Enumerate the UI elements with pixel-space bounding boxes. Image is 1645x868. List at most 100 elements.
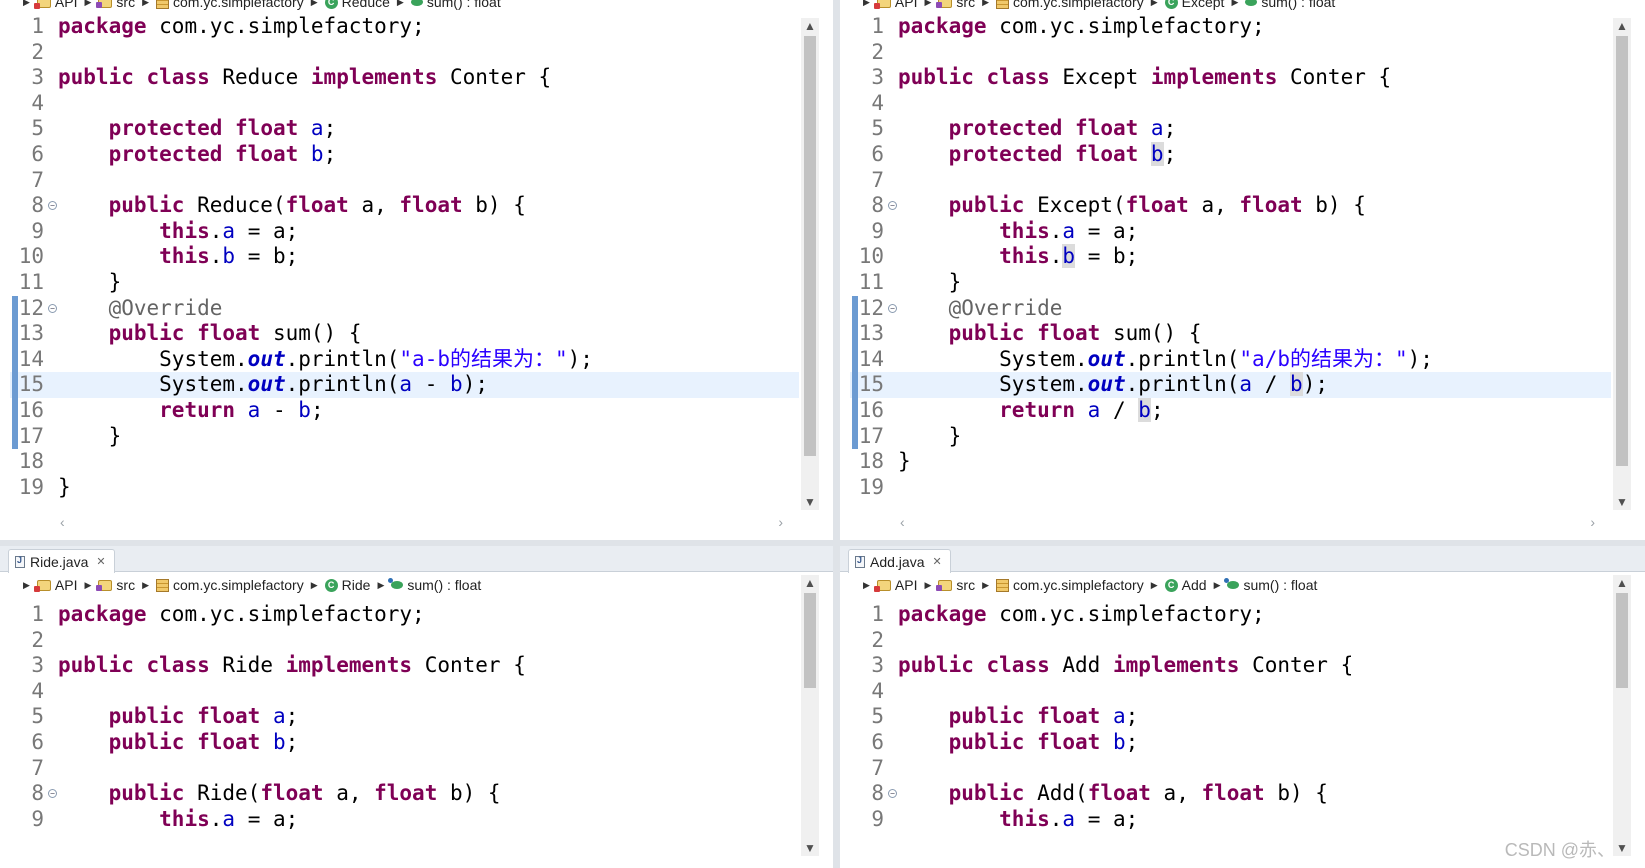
code-line[interactable]: 17 } <box>850 423 1611 450</box>
code-line[interactable]: 9 this.a = a; <box>850 219 1611 245</box>
code-line[interactable]: 1 package com.yc.simplefactory; <box>850 14 1611 40</box>
scroll-down-icon[interactable]: ▼ <box>1613 840 1631 856</box>
code-line[interactable]: 6 public float b; <box>10 730 799 756</box>
breadcrumb-project[interactable]: API <box>873 577 918 593</box>
breadcrumb-project[interactable]: API <box>873 0 918 10</box>
code-line[interactable]: 1 package com.yc.simplefactory; <box>10 602 799 628</box>
code-line[interactable]: 2 <box>850 628 1611 654</box>
breadcrumb-class[interactable]: C Except <box>1164 0 1224 10</box>
horizontal-scrollbar[interactable]: ‹ › <box>60 514 783 530</box>
code-line[interactable]: 14 System.out.println("a-b的结果为："); <box>10 346 799 373</box>
code-editor[interactable]: 1 package com.yc.simplefactory; 2 3 public… <box>10 14 799 510</box>
breadcrumb-class[interactable]: C Reduce <box>324 0 390 10</box>
scroll-right-icon[interactable]: › <box>778 514 783 530</box>
scroll-thumb[interactable] <box>804 593 816 688</box>
fold-toggle-icon[interactable]: − <box>48 303 57 313</box>
code-line[interactable]: 5 protected float a; <box>850 116 1611 142</box>
code-line[interactable]: 3 public class Reduce implements Conter { <box>10 65 799 91</box>
code-line[interactable]: 6 protected float b; <box>10 142 799 168</box>
code-line[interactable]: 5 public float a; <box>850 704 1611 730</box>
code-line[interactable]: 1 package com.yc.simplefactory; <box>850 602 1611 628</box>
code-line[interactable]: 10 this.b = b; <box>850 244 1611 270</box>
code-line[interactable]: 6 protected float b; <box>850 141 1611 168</box>
breadcrumb-class[interactable]: C Add <box>1164 577 1207 593</box>
breadcrumb-method[interactable]: sum() : float <box>1224 577 1317 593</box>
breadcrumb-folder[interactable]: src <box>96 577 135 593</box>
close-icon[interactable]: ✕ <box>932 555 941 568</box>
code-line[interactable]: 17 } <box>10 423 799 450</box>
code-line[interactable]: 2 <box>10 40 799 66</box>
code-line[interactable]: 7 <box>850 756 1611 782</box>
scroll-right-icon[interactable]: › <box>1590 514 1595 530</box>
code-line[interactable]: 12− @Override <box>850 295 1611 322</box>
current-code-line[interactable]: 15 System.out.println(a - b); <box>10 372 799 398</box>
code-line[interactable]: 4 <box>10 91 799 117</box>
code-line[interactable]: 10 this.b = b; <box>10 244 799 270</box>
code-line[interactable]: 13 public float sum() { <box>850 321 1611 347</box>
code-editor[interactable]: 1 package com.yc.simplefactory; 2 3 public… <box>850 602 1611 858</box>
code-line[interactable]: 3 public class Add implements Conter { <box>850 653 1611 679</box>
breadcrumb-method[interactable]: sum() : float <box>1245 0 1335 10</box>
scroll-left-icon[interactable]: ‹ <box>900 514 905 530</box>
code-line[interactable]: 9 this.a = a; <box>850 807 1611 833</box>
breadcrumb-package[interactable]: com.yc.simplefactory <box>996 0 1144 10</box>
horizontal-scrollbar[interactable]: ‹ › <box>900 514 1595 530</box>
code-line[interactable]: 1 package com.yc.simplefactory; <box>10 14 799 40</box>
scroll-thumb[interactable] <box>1616 36 1628 466</box>
scroll-left-icon[interactable]: ‹ <box>60 514 65 530</box>
scroll-down-icon[interactable]: ▼ <box>801 840 819 856</box>
breadcrumb-folder[interactable]: src <box>936 577 975 593</box>
scroll-up-icon[interactable]: ▲ <box>801 575 819 591</box>
scroll-thumb[interactable] <box>1616 593 1628 688</box>
code-line[interactable]: 5 public float a; <box>10 704 799 730</box>
scroll-thumb[interactable] <box>804 36 816 456</box>
code-line[interactable]: 8− public Reduce(float a, float b) { <box>10 193 799 219</box>
code-line[interactable]: 7 <box>10 756 799 782</box>
code-line[interactable]: 8− public Except(float a, float b) { <box>850 193 1611 219</box>
breadcrumb-folder[interactable]: src <box>96 0 135 10</box>
fold-toggle-icon[interactable]: − <box>48 201 57 211</box>
code-line[interactable]: 4 <box>10 679 799 705</box>
code-line[interactable]: 6 public float b; <box>850 730 1611 756</box>
code-line[interactable]: 2 <box>850 40 1611 66</box>
code-editor[interactable]: 1 package com.yc.simplefactory; 2 3 public… <box>850 14 1611 510</box>
fold-toggle-icon[interactable]: − <box>888 201 897 211</box>
breadcrumb-package[interactable]: com.yc.simplefactory <box>156 577 304 593</box>
breadcrumb-package[interactable]: com.yc.simplefactory <box>156 0 304 10</box>
code-line[interactable]: 2 <box>10 628 799 654</box>
breadcrumb-method[interactable]: sum() : float <box>410 0 501 10</box>
code-line[interactable]: 18} <box>850 449 1611 475</box>
code-line[interactable]: 19 <box>850 475 1611 501</box>
code-line[interactable]: 16 return a - b; <box>10 397 799 424</box>
close-icon[interactable]: ✕ <box>96 555 105 568</box>
code-line[interactable]: 5 protected float a; <box>10 116 799 142</box>
code-line[interactable]: 7 <box>10 168 799 194</box>
code-line[interactable]: 3 public class Except implements Conter { <box>850 65 1611 91</box>
vertical-scrollbar[interactable]: ▲ ▼ <box>1613 18 1631 510</box>
scroll-up-icon[interactable]: ▲ <box>1613 18 1631 34</box>
fold-toggle-icon[interactable]: − <box>888 303 897 313</box>
breadcrumb-project[interactable]: API <box>33 577 78 593</box>
code-line[interactable]: 12− @Override <box>10 295 799 322</box>
scroll-up-icon[interactable]: ▲ <box>801 18 819 34</box>
code-line[interactable]: 8− public Ride(float a, float b) { <box>10 781 799 807</box>
fold-toggle-icon[interactable]: − <box>48 789 57 799</box>
code-line[interactable]: 11 } <box>850 270 1611 296</box>
breadcrumb-package[interactable]: com.yc.simplefactory <box>996 577 1144 593</box>
code-line[interactable]: 9 this.a = a; <box>10 807 799 833</box>
code-line[interactable]: 13 public float sum() { <box>10 321 799 347</box>
editor-tab-add[interactable]: Add.java ✕ <box>848 549 951 573</box>
breadcrumb-class[interactable]: C Ride <box>324 577 370 593</box>
fold-toggle-icon[interactable]: − <box>888 789 897 799</box>
vertical-scrollbar[interactable]: ▲ ▼ <box>1613 575 1631 856</box>
code-line[interactable]: 7 <box>850 168 1611 194</box>
breadcrumb-folder[interactable]: src <box>936 0 975 10</box>
vertical-scrollbar[interactable]: ▲ ▼ <box>801 575 819 856</box>
code-line[interactable]: 11 } <box>10 270 799 296</box>
code-editor[interactable]: 1 package com.yc.simplefactory; 2 3 public… <box>10 602 799 858</box>
code-line[interactable]: 19} <box>10 475 799 501</box>
code-line[interactable]: 4 <box>850 91 1611 117</box>
breadcrumb-project[interactable]: API <box>33 0 78 10</box>
code-line[interactable]: 14 System.out.println("a/b的结果为："); <box>850 346 1611 373</box>
editor-tab-ride[interactable]: Ride.java ✕ <box>8 549 115 573</box>
